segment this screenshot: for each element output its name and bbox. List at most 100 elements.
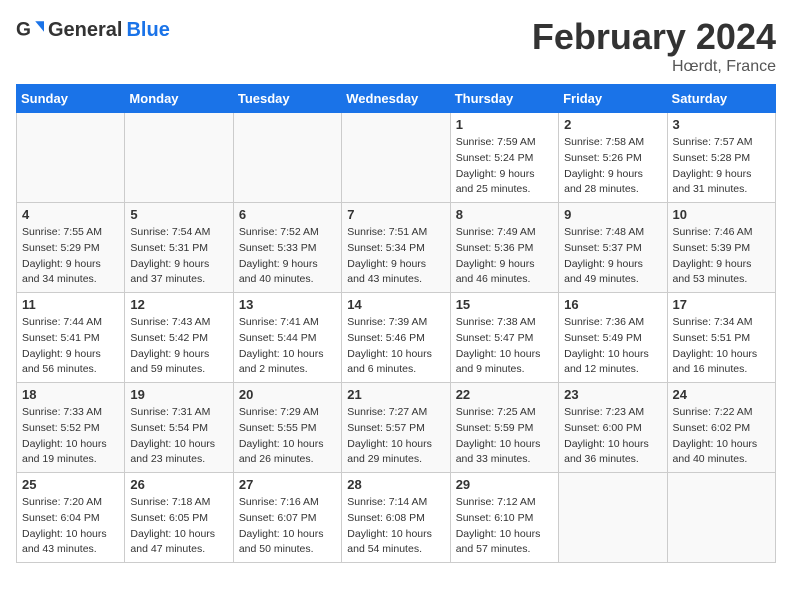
header: G General Blue February 2024 Hœrdt, Fran…: [16, 16, 776, 76]
day-info: Sunrise: 7:54 AMSunset: 5:31 PMDaylight:…: [130, 225, 227, 288]
day-info: Sunrise: 7:14 AMSunset: 6:08 PMDaylight:…: [347, 495, 444, 558]
day-cell: 17 Sunrise: 7:34 AMSunset: 5:51 PMDayligh…: [667, 293, 775, 383]
day-info: Sunrise: 7:12 AMSunset: 6:10 PMDaylight:…: [456, 495, 553, 558]
day-info: Sunrise: 7:18 AMSunset: 6:05 PMDaylight:…: [130, 495, 227, 558]
day-number: 16: [564, 297, 661, 312]
day-cell: 21Sunrise: 7:27 AMSunset: 5:57 PMDayligh…: [342, 383, 450, 473]
day-cell: [233, 113, 341, 203]
day-cell: 2 Sunrise: 7:58 AMSunset: 5:26 PMDaylight…: [559, 113, 667, 203]
day-number: 1: [456, 117, 553, 132]
day-cell: 4 Sunrise: 7:55 AMSunset: 5:29 PMDaylight…: [17, 203, 125, 293]
col-header-tuesday: Tuesday: [233, 85, 341, 113]
day-number: 23: [564, 387, 661, 402]
day-info: Sunrise: 7:27 AMSunset: 5:57 PMDaylight:…: [347, 405, 444, 468]
day-info: Sunrise: 7:34 AMSunset: 5:51 PMDaylight:…: [673, 315, 770, 378]
day-cell: 8 Sunrise: 7:49 AMSunset: 5:36 PMDaylight…: [450, 203, 558, 293]
day-number: 12: [130, 297, 227, 312]
day-info: Sunrise: 7:57 AMSunset: 5:28 PMDaylight:…: [673, 135, 770, 198]
day-cell: 9Sunrise: 7:48 AMSunset: 5:37 PMDaylight…: [559, 203, 667, 293]
day-info: Sunrise: 7:55 AMSunset: 5:29 PMDaylight:…: [22, 225, 119, 288]
week-row-5: 25 Sunrise: 7:20 AMSunset: 6:04 PMDayligh…: [17, 473, 776, 563]
day-cell: 1 Sunrise: 7:59 AMSunset: 5:24 PMDaylight…: [450, 113, 558, 203]
title-area: February 2024 Hœrdt, France: [532, 16, 776, 76]
day-number: 24: [673, 387, 770, 402]
day-number: 11: [22, 297, 119, 312]
day-number: 6: [239, 207, 336, 222]
day-number: 28: [347, 477, 444, 492]
day-number: 19: [130, 387, 227, 402]
col-header-monday: Monday: [125, 85, 233, 113]
day-info: Sunrise: 7:43 AMSunset: 5:42 PMDaylight:…: [130, 315, 227, 378]
day-cell: [342, 113, 450, 203]
day-number: 9: [564, 207, 661, 222]
day-cell: 20Sunrise: 7:29 AMSunset: 5:55 PMDayligh…: [233, 383, 341, 473]
day-info: Sunrise: 7:49 AMSunset: 5:36 PMDaylight:…: [456, 225, 553, 288]
day-cell: [559, 473, 667, 563]
calendar-table: SundayMondayTuesdayWednesdayThursdayFrid…: [16, 84, 776, 563]
day-cell: 23 Sunrise: 7:23 AMSunset: 6:00 PMDayligh…: [559, 383, 667, 473]
day-cell: 27Sunrise: 7:16 AMSunset: 6:07 PMDayligh…: [233, 473, 341, 563]
day-cell: 26 Sunrise: 7:18 AMSunset: 6:05 PMDayligh…: [125, 473, 233, 563]
day-number: 14: [347, 297, 444, 312]
day-cell: 16Sunrise: 7:36 AMSunset: 5:49 PMDayligh…: [559, 293, 667, 383]
week-row-1: 1 Sunrise: 7:59 AMSunset: 5:24 PMDaylight…: [17, 113, 776, 203]
day-info: Sunrise: 7:51 AMSunset: 5:34 PMDaylight:…: [347, 225, 444, 288]
svg-text:G: G: [16, 19, 31, 40]
col-header-saturday: Saturday: [667, 85, 775, 113]
day-cell: 19 Sunrise: 7:31 AMSunset: 5:54 PMDayligh…: [125, 383, 233, 473]
day-info: Sunrise: 7:46 AMSunset: 5:39 PMDaylight:…: [673, 225, 770, 288]
week-row-4: 18 Sunrise: 7:33 AMSunset: 5:52 PMDayligh…: [17, 383, 776, 473]
day-number: 20: [239, 387, 336, 402]
day-cell: [125, 113, 233, 203]
day-cell: 13 Sunrise: 7:41 AMSunset: 5:44 PMDayligh…: [233, 293, 341, 383]
day-info: Sunrise: 7:44 AMSunset: 5:41 PMDaylight:…: [22, 315, 119, 378]
day-number: 2: [564, 117, 661, 132]
day-number: 5: [130, 207, 227, 222]
day-info: Sunrise: 7:59 AMSunset: 5:24 PMDaylight:…: [456, 135, 553, 198]
day-cell: 15Sunrise: 7:38 AMSunset: 5:47 PMDayligh…: [450, 293, 558, 383]
day-number: 17: [673, 297, 770, 312]
day-number: 3: [673, 117, 770, 132]
logo-blue: Blue: [126, 19, 169, 42]
day-cell: 5 Sunrise: 7:54 AMSunset: 5:31 PMDaylight…: [125, 203, 233, 293]
day-number: 10: [673, 207, 770, 222]
header-row: SundayMondayTuesdayWednesdayThursdayFrid…: [17, 85, 776, 113]
day-info: Sunrise: 7:52 AMSunset: 5:33 PMDaylight:…: [239, 225, 336, 288]
week-row-3: 11 Sunrise: 7:44 AMSunset: 5:41 PMDayligh…: [17, 293, 776, 383]
col-header-friday: Friday: [559, 85, 667, 113]
day-info: Sunrise: 7:16 AMSunset: 6:07 PMDaylight:…: [239, 495, 336, 558]
day-cell: 24Sunrise: 7:22 AMSunset: 6:02 PMDayligh…: [667, 383, 775, 473]
month-title: February 2024: [532, 16, 776, 58]
week-row-2: 4 Sunrise: 7:55 AMSunset: 5:29 PMDaylight…: [17, 203, 776, 293]
day-info: Sunrise: 7:25 AMSunset: 5:59 PMDaylight:…: [456, 405, 553, 468]
day-info: Sunrise: 7:41 AMSunset: 5:44 PMDaylight:…: [239, 315, 336, 378]
day-number: 7: [347, 207, 444, 222]
generalblue-icon: G: [16, 16, 44, 44]
day-number: 13: [239, 297, 336, 312]
col-header-thursday: Thursday: [450, 85, 558, 113]
day-cell: 14 Sunrise: 7:39 AMSunset: 5:46 PMDayligh…: [342, 293, 450, 383]
location: Hœrdt, France: [532, 58, 776, 76]
day-number: 4: [22, 207, 119, 222]
col-header-sunday: Sunday: [17, 85, 125, 113]
day-cell: 25 Sunrise: 7:20 AMSunset: 6:04 PMDayligh…: [17, 473, 125, 563]
logo: G General Blue: [16, 16, 170, 44]
logo-general: General: [48, 19, 122, 42]
day-info: Sunrise: 7:39 AMSunset: 5:46 PMDaylight:…: [347, 315, 444, 378]
day-number: 18: [22, 387, 119, 402]
day-number: 8: [456, 207, 553, 222]
day-info: Sunrise: 7:20 AMSunset: 6:04 PMDaylight:…: [22, 495, 119, 558]
day-cell: [667, 473, 775, 563]
day-cell: [17, 113, 125, 203]
day-cell: 28 Sunrise: 7:14 AMSunset: 6:08 PMDayligh…: [342, 473, 450, 563]
day-info: Sunrise: 7:33 AMSunset: 5:52 PMDaylight:…: [22, 405, 119, 468]
day-number: 29: [456, 477, 553, 492]
day-info: Sunrise: 7:23 AMSunset: 6:00 PMDaylight:…: [564, 405, 661, 468]
day-info: Sunrise: 7:31 AMSunset: 5:54 PMDaylight:…: [130, 405, 227, 468]
day-number: 25: [22, 477, 119, 492]
day-number: 22: [456, 387, 553, 402]
day-cell: 18 Sunrise: 7:33 AMSunset: 5:52 PMDayligh…: [17, 383, 125, 473]
day-cell: 7 Sunrise: 7:51 AMSunset: 5:34 PMDaylight…: [342, 203, 450, 293]
day-info: Sunrise: 7:58 AMSunset: 5:26 PMDaylight:…: [564, 135, 661, 198]
day-number: 26: [130, 477, 227, 492]
